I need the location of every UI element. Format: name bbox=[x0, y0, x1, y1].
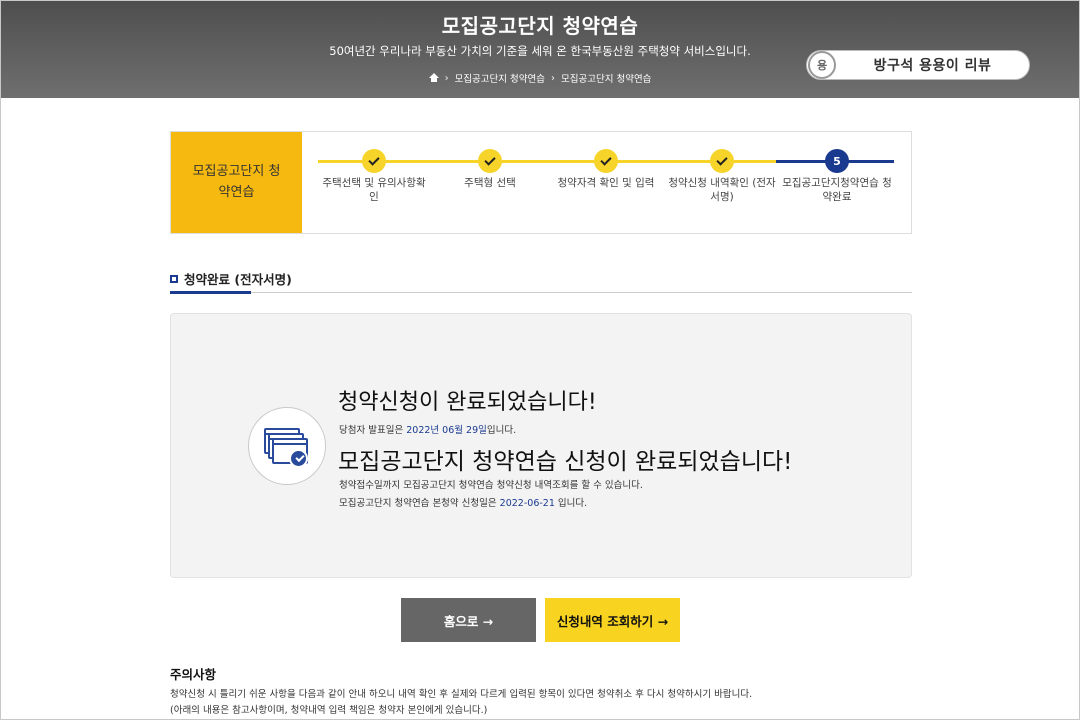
progress-steps: 모집공고단지 청약연습 주택선택 및 유의사항확인 주택형 선택 청약자격 확인… bbox=[170, 131, 912, 234]
step-label: 주택형 선택 bbox=[464, 177, 516, 189]
notes-disclaimer: (아래의 내용은 참고사항이며, 청약내역 입력 책임은 청약자 본인에게 있습… bbox=[170, 705, 488, 716]
completion-message: 모집공고단지 청약연습 신청이 완료되었습니다! bbox=[338, 449, 793, 475]
breadcrumb-item[interactable]: 모집공고단지 청약연습 bbox=[561, 71, 651, 85]
completion-box: 청약신청이 완료되었습니다! 당첨자 발표일은 2022년 06월 29일입니다… bbox=[170, 313, 912, 578]
documents-check-icon bbox=[248, 407, 326, 485]
notes-title: 주의사항 bbox=[170, 667, 217, 682]
inquiry-info-text: 청약접수일까지 모집공고단지 청약연습 청약신청 내역조회를 할 수 있습니다. bbox=[339, 480, 643, 491]
breadcrumb-item[interactable]: 모집공고단지 청약연습 bbox=[455, 71, 545, 85]
step-label: 모집공고단지청약연습 청약완료 bbox=[782, 177, 892, 203]
step-5: 5 모집공고단지청약연습 청약완료 bbox=[782, 149, 892, 204]
step-label: 청약자격 확인 및 입력 bbox=[557, 177, 655, 189]
section-divider bbox=[170, 291, 912, 294]
watermark-text: 방구석 용용이 리뷰 bbox=[873, 58, 992, 74]
square-bullet-icon bbox=[170, 274, 178, 283]
check-icon bbox=[478, 149, 502, 173]
step-3: 청약자격 확인 및 입력 bbox=[551, 149, 661, 191]
home-icon[interactable] bbox=[428, 73, 439, 83]
chevron-right-icon: › bbox=[444, 72, 449, 84]
notes-text: 청약신청 시 틀리기 쉬운 사항을 다음과 같이 안내 하오니 내역 확인 후 … bbox=[170, 689, 753, 700]
step-1: 주택선택 및 유의사항확인 bbox=[319, 149, 429, 204]
announcement-date-text: 당첨자 발표일은 2022년 06월 29일입니다. bbox=[339, 425, 517, 436]
check-icon bbox=[710, 149, 734, 173]
view-application-button[interactable]: 신청내역 조회하기 → bbox=[545, 598, 680, 642]
step-2: 주택형 선택 bbox=[435, 149, 545, 191]
page-header: 모집공고단지 청약연습 50여년간 우리나라 부동산 가치의 기준을 세워 온 … bbox=[0, 0, 1080, 98]
step-number: 5 bbox=[825, 149, 849, 173]
step-label: 주택선택 및 유의사항확인 bbox=[322, 177, 426, 203]
apply-date-text: 모집공고단지 청약연습 본청약 신청일은 2022-06-21 입니다. bbox=[339, 498, 588, 509]
section-title: 청약완료 (전자서명) bbox=[170, 269, 292, 288]
check-icon bbox=[594, 149, 618, 173]
home-button[interactable]: 홈으로 → bbox=[401, 598, 536, 642]
logo-icon: 용 bbox=[808, 51, 836, 79]
steps-label: 모집공고단지 청약연습 bbox=[171, 132, 302, 233]
watermark-badge: 용 방구석 용용이 리뷰 bbox=[806, 50, 1030, 80]
chevron-right-icon: › bbox=[551, 72, 555, 84]
step-4: 청약신청 내역확인 (전자서명) bbox=[667, 149, 777, 204]
completion-heading: 청약신청이 완료되었습니다! bbox=[338, 390, 597, 415]
step-label: 청약신청 내역확인 (전자서명) bbox=[668, 177, 776, 203]
page-title: 모집공고단지 청약연습 bbox=[441, 14, 639, 38]
check-icon bbox=[362, 149, 386, 173]
